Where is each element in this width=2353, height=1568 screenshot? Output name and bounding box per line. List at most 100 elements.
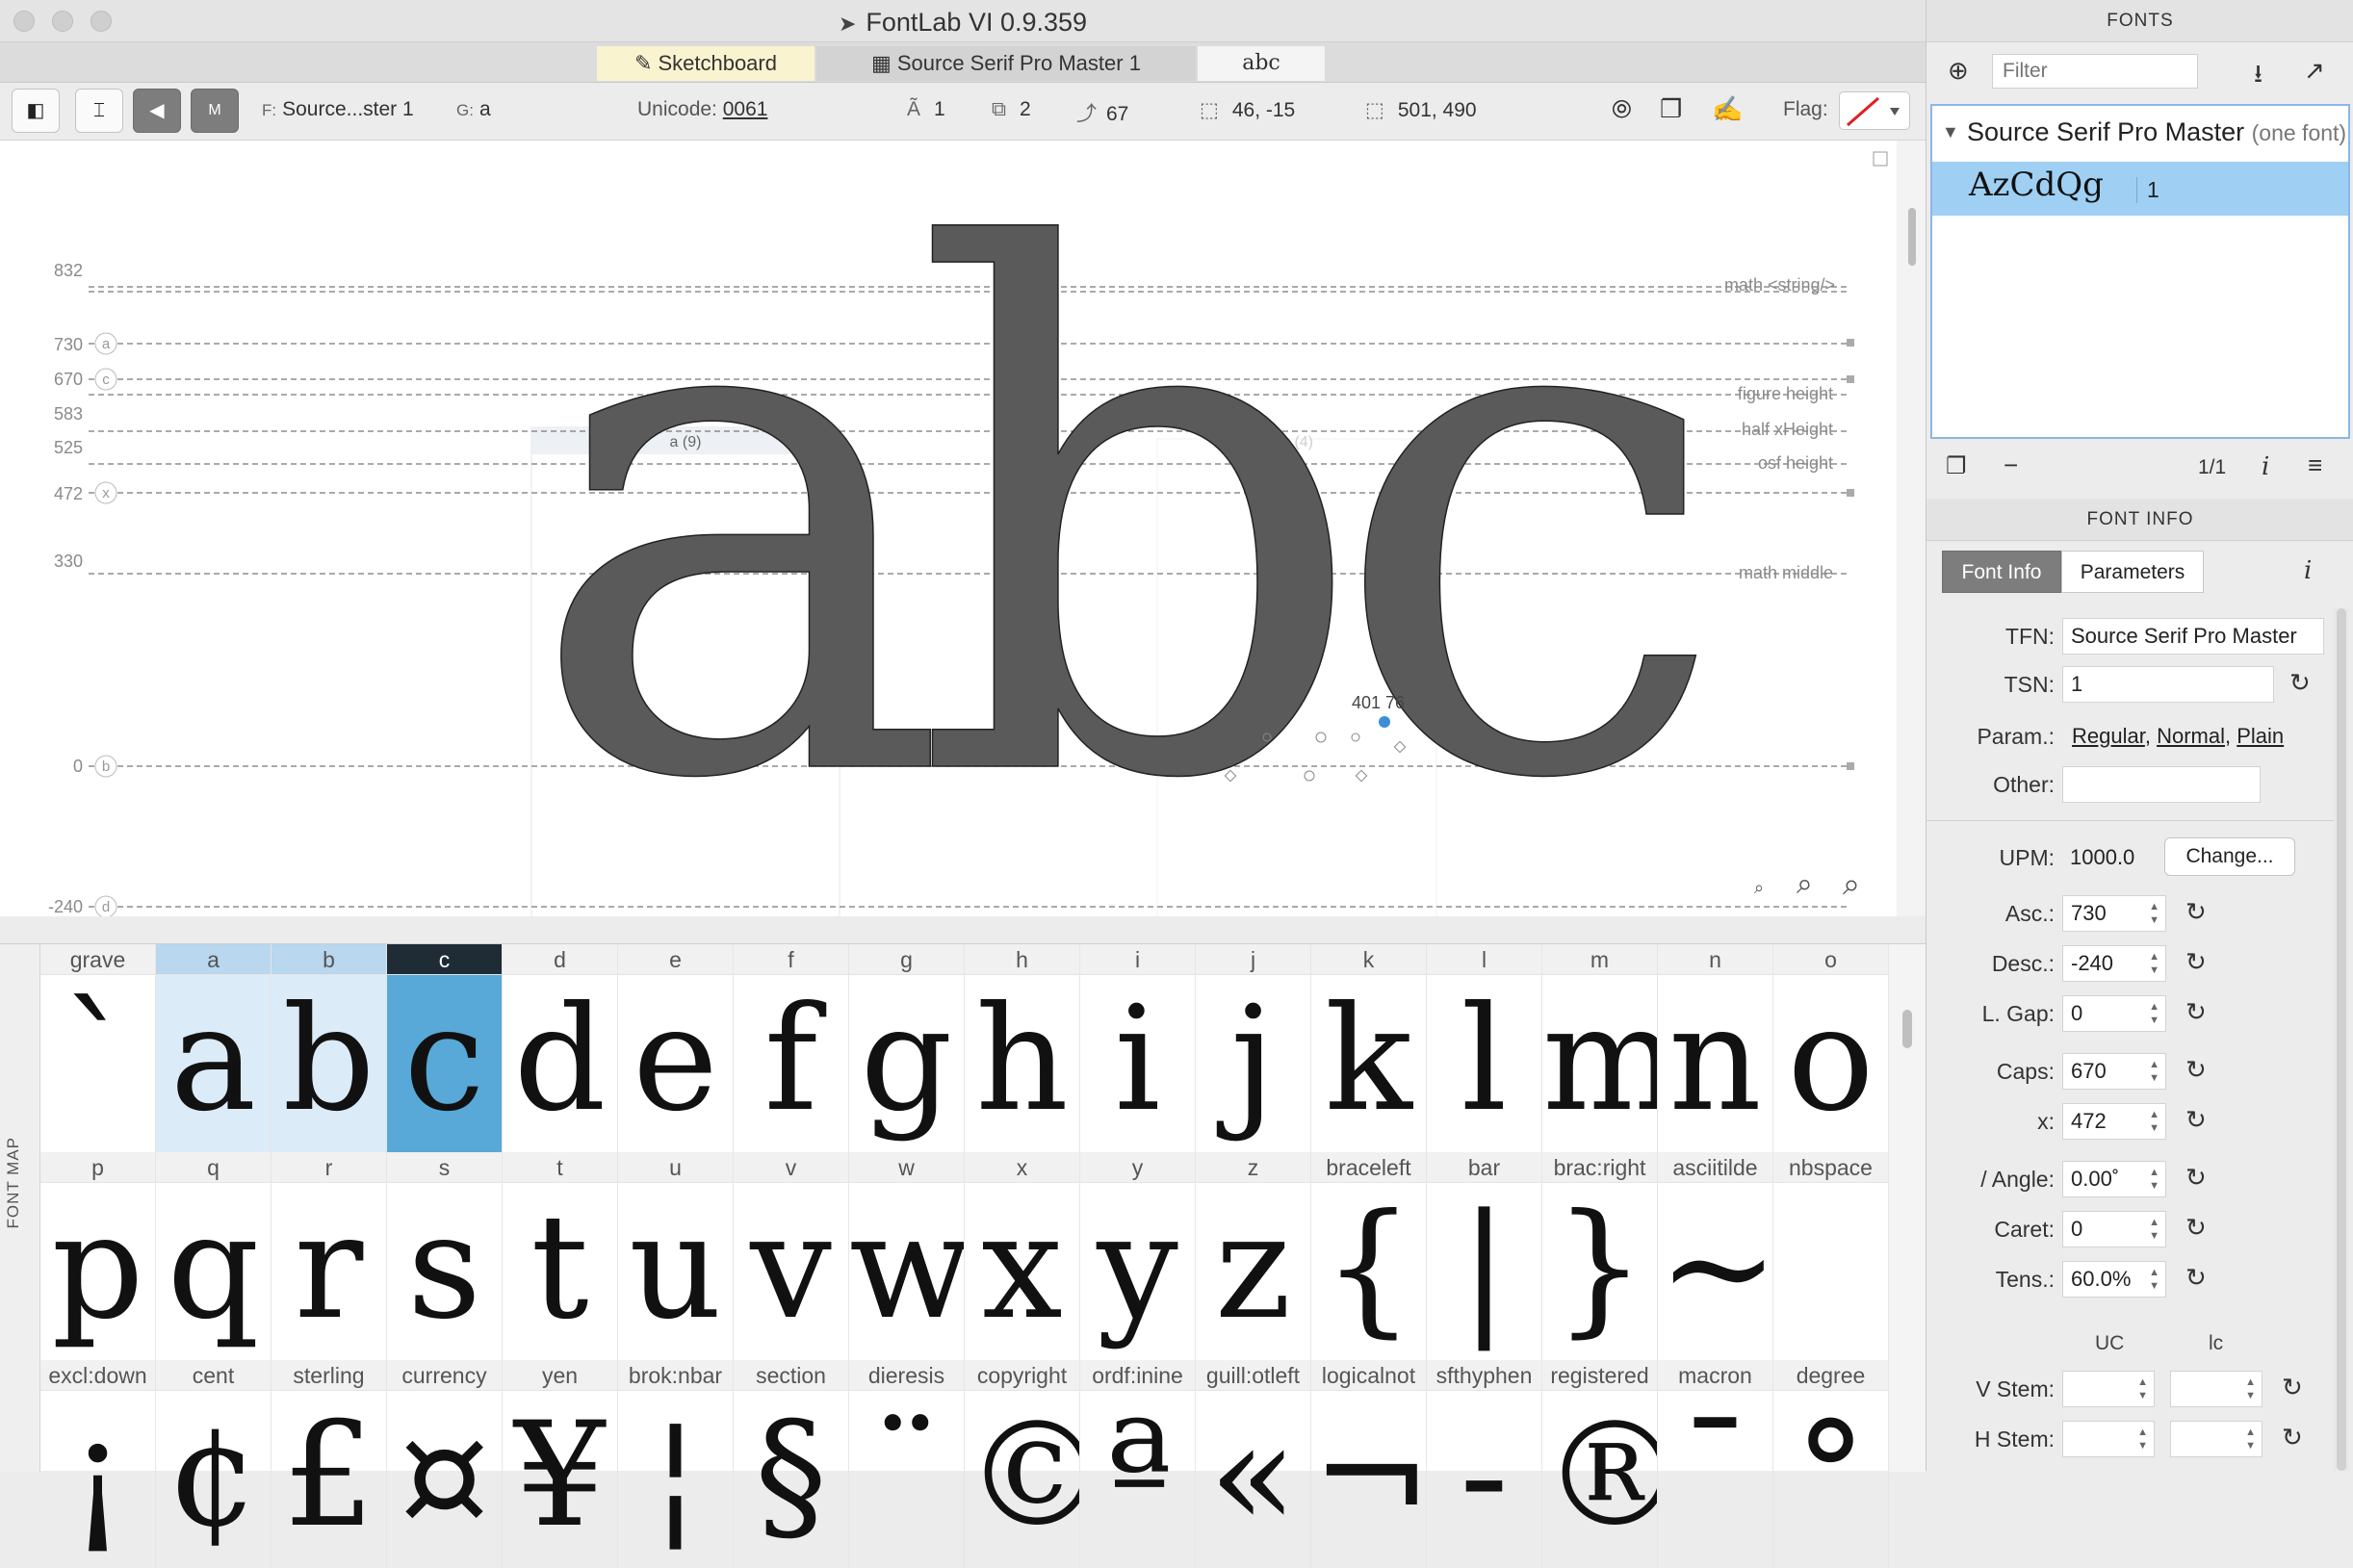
glyph-cell[interactable]: dd [503,944,618,1152]
glyph-cell[interactable]: ff [734,944,849,1152]
glyph-cell[interactable]: yy [1080,1152,1196,1360]
caps-field[interactable]: 670 ▲ ▼ [2062,1053,2166,1090]
glyph-cell[interactable]: degree ° [1773,1360,1889,1568]
glyph-cell[interactable]: sfthyphen - [1427,1360,1542,1568]
glyph-cell[interactable]: cc [387,944,503,1152]
copy-icon[interactable]: ❐ [1660,94,1682,124]
lgap-field[interactable]: 0 ▲ ▼ [2062,995,2166,1032]
remove-icon[interactable]: − [2004,450,2018,480]
glyph-cell[interactable]: braceleft{ [1311,1152,1427,1360]
param-values[interactable]: Regular, Normal, Plain [2072,724,2284,749]
tab-parameters[interactable]: Parameters [2061,551,2204,593]
glyph-cell[interactable]: ss [387,1152,503,1360]
hstem-lc-stepper-icon[interactable]: ▲ ▼ [2245,1426,2256,1452]
menu-icon[interactable]: ≡ [2308,450,2322,480]
filter-input[interactable] [1992,54,2198,89]
tsn-field[interactable]: 1 [2062,666,2274,703]
glyph-cell[interactable]: hh [965,944,1080,1152]
hstem-uc-stepper-icon[interactable]: ▲ ▼ [2137,1426,2148,1452]
kerning-button[interactable]: ◀ [133,89,181,133]
xheight-field[interactable]: 472 ▲ ▼ [2062,1103,2166,1140]
info-icon[interactable]: i [2262,452,2269,481]
info-panel-icon[interactable]: i [2304,556,2312,585]
glyph-cell[interactable]: grave ` [40,944,156,1152]
glyph-field[interactable]: G: a [456,98,491,121]
font-list-item[interactable]: AzCdQg 1 [1932,162,2348,216]
glyph-cell[interactable]: copyright © [965,1360,1080,1568]
glyph-cell[interactable]: ordf:inine ª [1080,1360,1196,1568]
zoom-in-icon[interactable]: ⌕ [1843,866,1860,903]
glyph-cell[interactable]: uu [618,1152,734,1360]
glyph-cell[interactable]: registered ® [1542,1360,1658,1568]
glyph-cell[interactable]: nbspace [1773,1152,1889,1360]
glyph-cell[interactable]: nn [1658,944,1773,1152]
glyph-cell[interactable]: currency ¤ [387,1360,503,1568]
glyph-cell[interactable]: yen ¥ [503,1360,618,1568]
xheight-stepper-icon[interactable]: ▲ ▼ [2149,1108,2159,1135]
vstem-uc-field[interactable]: ▲ ▼ [2062,1371,2155,1407]
glyph-cell[interactable]: cent ¢ [156,1360,272,1568]
tension-reset-icon[interactable]: ↻ [2185,1263,2207,1293]
font-info-scrollbar[interactable] [2334,608,2349,1471]
glyph-cell[interactable]: aa [156,944,272,1152]
xheight-reset-icon[interactable]: ↻ [2185,1105,2207,1135]
glyph-cell[interactable]: dieresis ¨ [849,1360,965,1568]
master-button[interactable]: M [191,89,239,133]
param-style[interactable]: Plain [2237,724,2284,748]
caps-stepper-icon[interactable]: ▲ ▼ [2149,1058,2159,1085]
download-icon[interactable]: ⭳ [2254,56,2262,98]
glyph-cell[interactable]: ll [1427,944,1542,1152]
vstem-lc-field[interactable]: ▲ ▼ [2170,1371,2262,1407]
tab-font-window[interactable]: ▦ Source Serif Pro Master 1 [816,46,1196,81]
caret-stepper-icon[interactable]: ▲ ▼ [2149,1216,2159,1243]
metrics-button[interactable]: ⌶ [75,89,123,133]
glyph-cell[interactable]: vv [734,1152,849,1360]
asc-stepper-icon[interactable]: ▲ ▼ [2149,900,2159,927]
asc-reset-icon[interactable]: ↻ [2185,897,2207,927]
tension-field[interactable]: 60.0% ▲ ▼ [2062,1261,2166,1298]
font-list[interactable]: ▼ Source Serif Pro Master (one font) AzC… [1930,104,2350,439]
other-field[interactable] [2062,766,2261,803]
glyph-cell[interactable]: jj [1196,944,1311,1152]
glyph-cell[interactable]: brac:right} [1542,1152,1658,1360]
lgap-stepper-icon[interactable]: ▲ ▼ [2149,1000,2159,1027]
glyph-cell[interactable]: excl:down ¡ [40,1360,156,1568]
glyph-cell[interactable]: guill:otleft « [1196,1360,1311,1568]
hstem-uc-field[interactable]: ▲ ▼ [2062,1421,2155,1457]
angle-reset-icon[interactable]: ↻ [2185,1163,2207,1193]
glyph-cell[interactable]: zz [1196,1152,1311,1360]
glyph-cell[interactable]: pp [40,1152,156,1360]
glyph-cell[interactable]: qq [156,1152,272,1360]
link-icon[interactable]: ⦾ [1612,94,1632,125]
glyph-outline-text[interactable]: abc [525,141,1736,916]
tension-stepper-icon[interactable]: ▲ ▼ [2149,1266,2159,1293]
add-font-icon[interactable]: ⊕ [1948,56,1969,86]
lgap-reset-icon[interactable]: ↻ [2185,997,2207,1027]
vstem-uc-stepper-icon[interactable]: ▲ ▼ [2137,1375,2148,1402]
glyph-cell[interactable]: macron ¯ [1658,1360,1773,1568]
glyph-cell[interactable]: logicalnot ¬ [1311,1360,1427,1568]
zoom-out-icon[interactable]: ⌕ [1754,878,1764,898]
font-field[interactable]: F: Source...ster 1 [262,98,414,121]
zoom-fit-icon[interactable]: ⌕ [1797,868,1813,901]
tab-font-info[interactable]: Font Info [1942,551,2061,593]
glyph-canvas[interactable]: 832 730 670 583 525 472 330 0 -240 a c x… [0,141,1897,916]
glyph-cell[interactable]: sterling £ [272,1360,387,1568]
param-width[interactable]: Normal [2157,724,2225,748]
glyph-cell[interactable]: rr [272,1152,387,1360]
change-upm-button[interactable]: Change... [2164,837,2295,876]
glyph-cell[interactable]: ww [849,1152,965,1360]
export-icon[interactable]: ↗ [2304,56,2325,86]
glyph-cell[interactable]: ee [618,944,734,1152]
font-map-scrollbar[interactable] [1889,944,1926,1472]
angle-field[interactable]: 0.00˚ ▲ ▼ [2062,1161,2166,1197]
glyph-cell[interactable]: kk [1311,944,1427,1152]
vstem-reset-icon[interactable]: ↻ [2282,1373,2303,1402]
canvas-corner-icon[interactable] [1873,151,1888,167]
angle-stepper-icon[interactable]: ▲ ▼ [2149,1166,2159,1193]
glyph-cell[interactable]: brok:nbar ¦ [618,1360,734,1568]
desc-stepper-icon[interactable]: ▲ ▼ [2149,950,2159,977]
tfn-field[interactable]: Source Serif Pro Master [2062,618,2324,655]
glyph-cell[interactable]: bb [272,944,387,1152]
brush-icon[interactable]: ✍ [1712,94,1743,124]
